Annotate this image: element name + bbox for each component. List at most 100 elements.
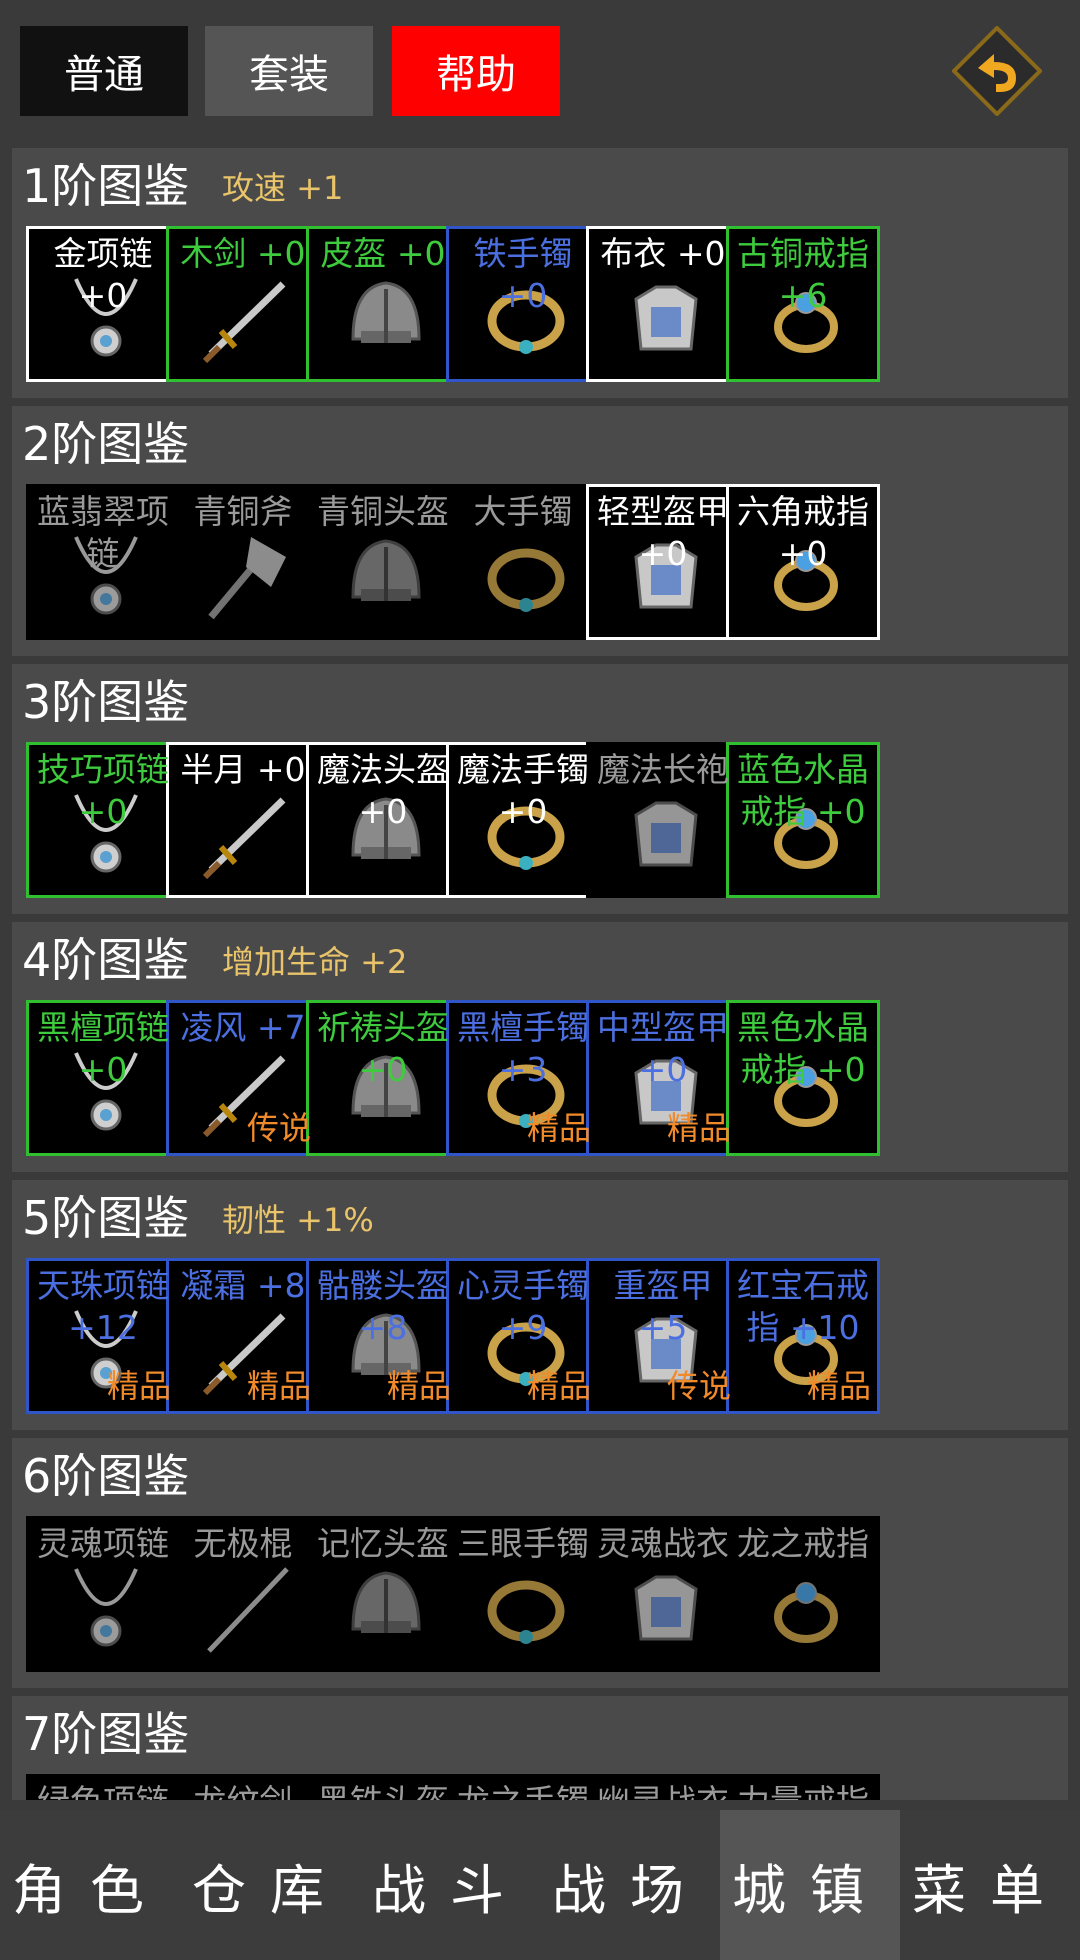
item-quality-badge: 精品	[106, 1367, 171, 1405]
item-cell[interactable]: 龙之手镯	[446, 1774, 600, 1800]
item-name: 魔法长袍	[597, 750, 729, 789]
item-cell[interactable]: 蓝翡翠项链	[26, 484, 180, 640]
armor-icon	[634, 285, 698, 351]
item-cell[interactable]: 魔法头盔 +0	[306, 742, 460, 898]
item-cell[interactable]: 布衣 +0	[586, 226, 740, 382]
item-name: 幽灵战衣	[589, 1781, 737, 1800]
item-cell[interactable]: 黑色水晶戒指 +0	[726, 1000, 880, 1156]
tier-section: 3阶图鉴 技巧项链 +0 半月 +0 魔法头盔 +0 魔法手镯 +0 魔法长袍 蓝色水晶戒指…	[12, 664, 1068, 914]
helmet-icon	[351, 1571, 421, 1633]
item-cell[interactable]: 黑檀项链 +0	[26, 1000, 180, 1156]
tier-title: 2阶图鉴	[22, 417, 190, 471]
item-cell[interactable]: 凝霜 +8 精品	[166, 1258, 320, 1414]
item-cell[interactable]: 青铜头盔	[306, 484, 460, 640]
back-button[interactable]	[951, 25, 1043, 117]
item-cell[interactable]: 天珠项链 +12 精品	[26, 1258, 180, 1414]
item-name: 青铜斧	[193, 492, 293, 531]
nav-item[interactable]: 战斗	[360, 1810, 540, 1960]
item-name: 铁手镯 +0	[473, 234, 573, 315]
item-name: 灵魂战衣	[597, 1524, 729, 1563]
tier-title: 7阶图鉴	[22, 1707, 190, 1761]
item-cell[interactable]: 骷髅头盔 +8 精品	[306, 1258, 460, 1414]
armor-icon	[634, 801, 698, 867]
item-cell[interactable]: 凌风 +7 传说	[166, 1000, 320, 1156]
item-name: 绿色项链	[29, 1781, 177, 1800]
item-cell[interactable]: 蓝色水晶戒指 +0	[726, 742, 880, 898]
item-cell[interactable]: 古铜戒指 +6	[726, 226, 880, 382]
item-cell[interactable]: 大手镯	[446, 484, 600, 640]
tier-title: 6阶图鉴	[22, 1449, 190, 1503]
item-cell[interactable]: 黑檀手镯 +3 精品	[446, 1000, 600, 1156]
item-name: 三眼手镯	[457, 1524, 589, 1563]
tier-section: 6阶图鉴灵魂项链 无极棍 记忆头盔 三眼手镯 灵魂战衣 龙之戒指	[12, 1438, 1068, 1688]
item-cell[interactable]: 半月 +0	[166, 742, 320, 898]
item-cell[interactable]: 绿色项链	[26, 1774, 180, 1800]
item-cell[interactable]: 六角戒指 +0	[726, 484, 880, 640]
tab-normal[interactable]: 普通	[20, 26, 188, 116]
item-name: 重盔甲 +5	[613, 1266, 713, 1347]
back-arrow-icon	[951, 25, 1043, 117]
item-cell[interactable]: 灵魂战衣	[586, 1516, 740, 1672]
nav-item[interactable]: 城镇	[720, 1810, 900, 1960]
item-cell[interactable]: 魔法长袍	[586, 742, 740, 898]
item-cell[interactable]: 金项链 +0	[26, 226, 180, 382]
tab-help[interactable]: 帮助	[392, 26, 560, 116]
item-cell[interactable]: 青铜斧	[166, 484, 320, 640]
item-cell[interactable]: 记忆头盔	[306, 1516, 460, 1672]
helmet-icon	[351, 539, 421, 601]
item-cell[interactable]: 黑铁头盔	[306, 1774, 460, 1800]
nav-item[interactable]: 角色	[0, 1810, 180, 1960]
item-name: 黑檀手镯 +3	[457, 1008, 589, 1089]
item-cell[interactable]: 心灵手镯 +9 精品	[446, 1258, 600, 1414]
item-cell[interactable]: 力量戒指	[726, 1774, 880, 1800]
item-name: 红宝石戒指 +10	[737, 1266, 869, 1347]
item-cell[interactable]: 中型盔甲 +0 精品	[586, 1000, 740, 1156]
item-name: 魔法头盔 +0	[317, 750, 449, 831]
item-cell[interactable]: 皮盔 +0	[306, 226, 460, 382]
item-cell[interactable]: 龙纹剑	[166, 1774, 320, 1800]
item-cell[interactable]: 技巧项链 +0	[26, 742, 180, 898]
item-cell[interactable]: 红宝石戒指 +10 精品	[726, 1258, 880, 1414]
nav-item[interactable]: 战场	[540, 1810, 720, 1960]
item-cell[interactable]: 龙之戒指	[726, 1516, 880, 1672]
tier-section: 4阶图鉴 增加生命 +2 黑檀项链 +0 凌风 +7 传说 祈祷头盔 +0 黑檀手镯 +3 精…	[12, 922, 1068, 1172]
armor-icon	[634, 1575, 698, 1641]
item-cell[interactable]: 木剑 +0	[166, 226, 320, 382]
item-cell[interactable]: 轻型盔甲 +0	[586, 484, 740, 640]
collection-list[interactable]: 1阶图鉴 攻速 +1 金项链 +0 木剑 +0 皮盔 +0 铁手镯 +0 布衣 +0 古铜戒指…	[0, 140, 1080, 1800]
item-name: 青铜头盔	[317, 492, 449, 531]
item-cell[interactable]: 灵魂项链	[26, 1516, 180, 1672]
tier-title: 1阶图鉴	[22, 159, 190, 213]
item-name: 木剑 +0	[180, 234, 306, 273]
item-quality-badge: 传说	[666, 1367, 731, 1405]
nav-item[interactable]: 菜单	[900, 1810, 1080, 1960]
item-cell[interactable]: 祈祷头盔 +0	[306, 1000, 460, 1156]
necklace-icon	[74, 1568, 138, 1647]
item-name: 无极棍	[193, 1524, 293, 1563]
item-quality-badge: 精品	[666, 1109, 731, 1147]
tab-set[interactable]: 套装	[205, 26, 373, 116]
item-cell[interactable]: 幽灵战衣	[586, 1774, 740, 1800]
item-cell[interactable]: 三眼手镯	[446, 1516, 600, 1672]
item-cell[interactable]: 重盔甲 +5 传说	[586, 1258, 740, 1414]
item-name: 祈祷头盔 +0	[317, 1008, 449, 1089]
bracelet-icon	[487, 548, 565, 612]
item-name: 中型盔甲 +0	[597, 1008, 729, 1089]
tier-bonus: 韧性 +1%	[222, 1201, 374, 1239]
item-name: 布衣 +0	[600, 234, 726, 273]
item-name: 龙之戒指	[737, 1524, 869, 1563]
item-name: 凌风 +7	[180, 1008, 306, 1047]
item-quality-badge: 精品	[526, 1109, 591, 1147]
item-cell[interactable]: 无极棍	[166, 1516, 320, 1672]
item-name: 天珠项链 +12	[37, 1266, 169, 1347]
item-name: 灵魂项链	[37, 1524, 169, 1563]
item-name: 黑铁头盔	[309, 1781, 457, 1800]
nav-item[interactable]: 仓库	[180, 1810, 360, 1960]
item-cell[interactable]: 魔法手镯 +0	[446, 742, 600, 898]
item-cell[interactable]: 铁手镯 +0	[446, 226, 600, 382]
tier-bonus: 攻速 +1	[222, 169, 344, 207]
item-name: 凝霜 +8	[180, 1266, 306, 1305]
item-quality-badge: 精品	[246, 1367, 311, 1405]
item-quality-badge: 精品	[806, 1367, 871, 1405]
item-name: 蓝翡翠项链	[37, 492, 169, 573]
